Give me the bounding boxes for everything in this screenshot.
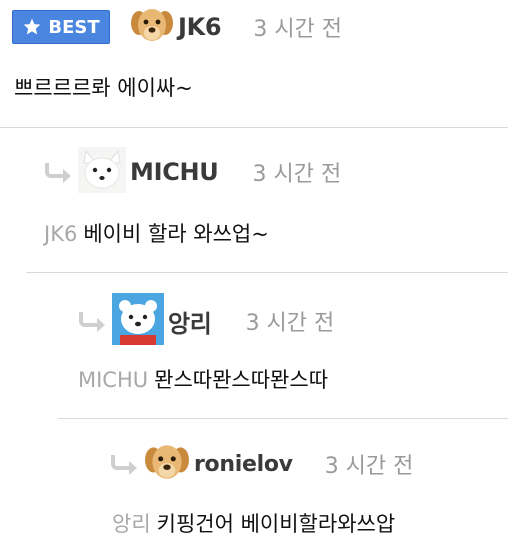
reply-arrow-icon bbox=[78, 310, 108, 332]
comment-text: 키핑건어 베이비할라와쓰압 bbox=[156, 512, 396, 536]
comment-header: 앙리 3 시간 전 bbox=[78, 293, 335, 349]
reply-arrow-icon bbox=[110, 453, 140, 475]
best-badge-label: BEST bbox=[48, 16, 100, 38]
arctic-fox-avatar[interactable] bbox=[78, 147, 126, 197]
comment-text: 뫈스따뫈스따뫈스따 bbox=[154, 368, 329, 392]
author-name[interactable]: JK6 bbox=[178, 13, 222, 41]
timestamp: 3 시간 전 bbox=[245, 311, 335, 336]
comment-text: 쁘르르르롸 에이싸~ bbox=[14, 76, 193, 100]
puppy-avatar[interactable] bbox=[144, 441, 190, 487]
author-name[interactable]: 앙리 bbox=[168, 304, 212, 339]
comment-text: 베이비 할라 와쓰업~ bbox=[83, 222, 269, 246]
divider bbox=[58, 418, 508, 419]
mention-tag[interactable]: MICHU bbox=[78, 368, 148, 392]
comment-body: 쁘르르르롸 에이싸~ bbox=[14, 72, 193, 102]
comment-header: ronielov 3 시간 전 bbox=[110, 442, 413, 486]
mention-tag[interactable]: 앙리 bbox=[112, 512, 151, 536]
best-badge: BEST bbox=[12, 10, 110, 44]
timestamp: 3 시간 전 bbox=[253, 17, 343, 42]
author-name[interactable]: ronielov bbox=[194, 452, 293, 477]
comment-body: MICHU 뫈스따뫈스따뫈스따 bbox=[78, 364, 328, 394]
timestamp: 3 시간 전 bbox=[324, 454, 414, 479]
comment-body: 앙리 키핑건어 베이비할라와쓰압 bbox=[112, 508, 395, 538]
reply-arrow-icon bbox=[44, 161, 74, 183]
comment-body: JK6 베이비 할라 와쓰업~ bbox=[44, 218, 269, 248]
comment-header: BEST JK6 3 시간 전 bbox=[12, 7, 342, 47]
puppy-avatar[interactable] bbox=[130, 5, 174, 49]
author-name[interactable]: MICHU bbox=[130, 158, 219, 186]
polar-bear-avatar[interactable] bbox=[112, 293, 164, 349]
mention-tag[interactable]: JK6 bbox=[44, 222, 77, 246]
divider bbox=[0, 127, 508, 128]
timestamp: 3 시간 전 bbox=[252, 162, 342, 187]
divider bbox=[26, 272, 508, 273]
star-icon bbox=[22, 17, 42, 37]
comment-header: MICHU 3 시간 전 bbox=[44, 147, 342, 197]
